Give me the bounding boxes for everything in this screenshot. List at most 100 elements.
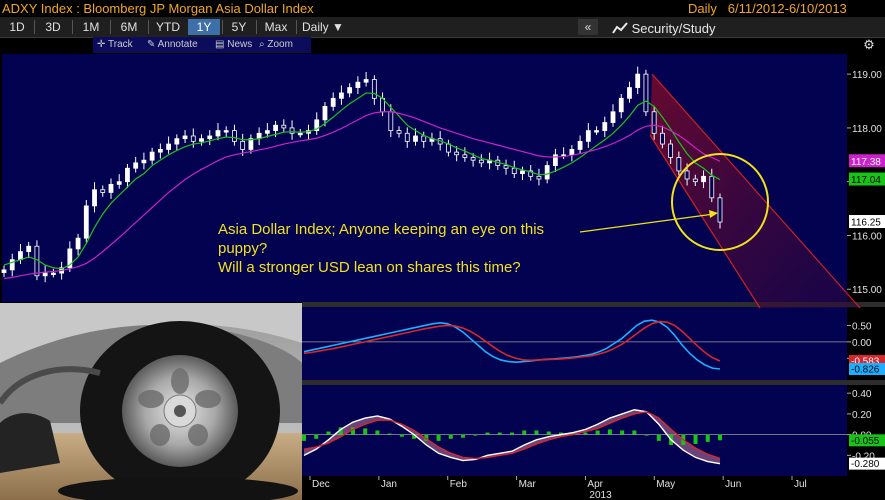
histogram-bar [363, 428, 368, 435]
histogram-bar [461, 434, 466, 438]
histogram-bar [583, 432, 588, 435]
candle-body [339, 92, 344, 99]
last-value-label: -0.055 [851, 436, 880, 447]
candle-body [536, 175, 542, 180]
x-tick-label: Jun [725, 479, 741, 490]
candle-body [618, 97, 624, 113]
candle-body [26, 245, 32, 253]
candle-body [610, 111, 616, 123]
candle-body [668, 143, 674, 158]
candle-body [83, 205, 89, 239]
panel-divider [302, 380, 885, 385]
y-tick-label: 0.20 [852, 410, 872, 421]
candle-body [413, 135, 418, 142]
histogram-bar [497, 432, 502, 435]
candle-body [125, 167, 130, 183]
candle-body [281, 124, 287, 129]
candle-body [478, 159, 484, 164]
candle-body [676, 157, 682, 172]
annotation-text: Asia Dollar Index; Anyone keeping an eye… [218, 220, 544, 277]
y-tick-label: 116.00 [852, 231, 882, 242]
candle-body [643, 73, 649, 113]
last-value-label: -0.826 [851, 364, 880, 375]
candle-body [223, 130, 229, 133]
candle-body [635, 73, 641, 88]
candle-body [684, 170, 690, 180]
candle-body [347, 87, 353, 94]
y-tick-label: 118.00 [852, 124, 882, 135]
candle-body [330, 97, 336, 107]
candle-body [297, 132, 303, 136]
y-tick-label: 119.00 [852, 70, 882, 81]
candle-body [157, 149, 163, 153]
x-tick-label: Jul [794, 479, 807, 490]
candle-body [404, 132, 410, 142]
candle-body [273, 124, 278, 131]
candle-body [190, 135, 196, 142]
histogram-bar [656, 434, 661, 441]
candle-body [199, 138, 204, 142]
histogram-bar [399, 434, 404, 437]
y-tick-label: 0.40 [852, 389, 872, 400]
x-tick-label: Mar [519, 479, 537, 490]
last-value-label: -0.280 [851, 459, 880, 470]
histogram-bar [644, 434, 649, 436]
candle-body [174, 138, 180, 145]
x-tick-label: May [656, 479, 675, 490]
candle-body [651, 111, 657, 134]
histogram-bar [326, 431, 331, 435]
last-value-label: 117.04 [851, 175, 881, 186]
histogram-bar [718, 434, 722, 441]
annotation-line: puppy? [218, 240, 268, 257]
candle-body [462, 154, 468, 158]
histogram-bar [546, 431, 551, 435]
candle-body [388, 111, 394, 132]
histogram-bar [607, 429, 612, 435]
candle-body [363, 79, 369, 83]
histogram-bar [705, 434, 710, 442]
candle-body [322, 106, 328, 121]
candle-body [503, 165, 509, 169]
candle-body [717, 197, 723, 223]
candle-body [75, 237, 81, 250]
candle-body [207, 135, 213, 140]
candle-body [470, 157, 476, 161]
candle-body [100, 189, 106, 193]
candle-body [585, 130, 591, 142]
histogram-bar [693, 434, 698, 444]
histogram-bar [302, 434, 306, 441]
candle-body [454, 151, 460, 156]
annotation-line: Asia Dollar Index; Anyone keeping an eye… [218, 221, 545, 238]
candle-body [371, 79, 377, 99]
last-value-label: 116.25 [851, 218, 881, 229]
candle-body [149, 151, 155, 161]
annotation-line: Will a stronger USD lean on shares this … [218, 259, 521, 276]
histogram-bar [595, 430, 600, 435]
candle-body [9, 259, 15, 271]
candle-body [182, 135, 188, 140]
candle-body [141, 159, 147, 164]
histogram-bar [473, 434, 478, 436]
histogram-panel [302, 385, 847, 476]
candle-body [627, 87, 632, 99]
candle-body [289, 127, 295, 134]
histogram-bar [632, 430, 637, 435]
y-tick-label: 0.00 [852, 338, 872, 349]
candle-body [240, 140, 246, 150]
candle-body [421, 135, 427, 142]
candle-body [511, 167, 517, 175]
car-tire-image [0, 303, 302, 500]
histogram-bar [375, 430, 380, 435]
x-tick-label: Feb [450, 479, 468, 490]
candle-body [232, 130, 237, 142]
candle-body [692, 178, 698, 183]
histogram-bar [620, 430, 625, 435]
candle-body [264, 130, 270, 134]
x-tick-label: Dec [312, 479, 330, 490]
histogram-bar [485, 432, 490, 435]
last-value-label: 117.38 [851, 157, 881, 168]
histogram-bar [387, 433, 392, 435]
x-year-label: 2013 [589, 490, 612, 500]
candle-body [709, 175, 715, 199]
histogram-bar [448, 434, 453, 439]
